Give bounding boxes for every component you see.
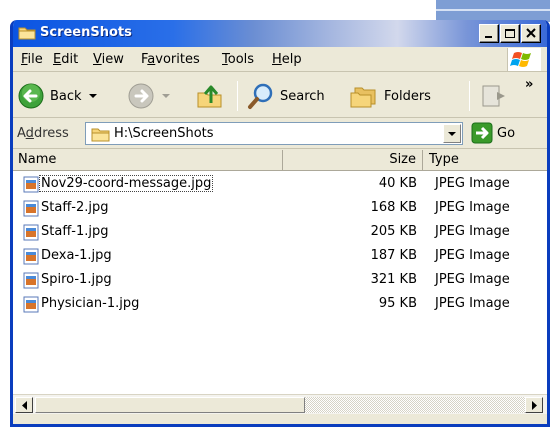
file-name: Spiro-1.jpg — [41, 272, 112, 287]
file-size: 95 KB — [378, 296, 417, 311]
address-label: Address — [17, 126, 69, 141]
jpeg-file-icon — [23, 272, 39, 289]
address-value: H:\ScreenShots — [114, 126, 214, 141]
explorer-window: ScreenShots File Edit View Favorites Too… — [10, 20, 550, 427]
close-button[interactable] — [521, 24, 541, 43]
file-name: Staff-2.jpg — [41, 200, 109, 215]
toolbar-separator — [469, 81, 470, 111]
file-size: 321 KB — [370, 272, 417, 287]
toolbar-separator — [237, 81, 238, 111]
search-button[interactable]: Search — [247, 80, 325, 112]
file-list[interactable]: Name Size Type Nov29-coord-message.jpg 4… — [13, 150, 547, 394]
toolbar: Back Search Folders » — [13, 73, 547, 118]
file-name: Staff-1.jpg — [41, 224, 109, 239]
jpeg-file-icon — [23, 224, 39, 241]
file-type: JPEG Image — [435, 248, 510, 263]
file-type: JPEG Image — [435, 272, 510, 287]
menu-help[interactable]: Help — [272, 52, 302, 67]
file-type: JPEG Image — [435, 200, 510, 215]
views-button[interactable] — [479, 80, 509, 112]
address-bar: Address H:\ScreenShots Go — [13, 119, 547, 149]
search-label: Search — [280, 88, 325, 104]
minimize-button[interactable] — [479, 24, 499, 43]
go-button[interactable]: Go — [471, 122, 515, 144]
list-item[interactable]: Physician-1.jpg 95 KB JPEG Image — [13, 293, 547, 317]
chevron-left-icon — [22, 401, 27, 410]
column-header-name[interactable]: Name — [13, 150, 283, 171]
chevron-down-icon — [448, 132, 456, 136]
jpeg-file-icon — [23, 248, 39, 265]
back-label: Back — [50, 88, 82, 104]
file-name: Dexa-1.jpg — [41, 248, 112, 263]
title-bar[interactable]: ScreenShots — [13, 20, 547, 47]
back-button[interactable]: Back — [17, 80, 98, 112]
forward-arrow-icon — [128, 83, 154, 109]
toolbar-overflow-button[interactable]: » — [525, 77, 533, 92]
horizontal-scrollbar[interactable] — [13, 394, 547, 414]
forward-button[interactable] — [127, 80, 171, 112]
up-folder-button[interactable] — [195, 80, 225, 112]
up-folder-icon — [197, 85, 222, 108]
menu-bar: File Edit View Favorites Tools Help — [13, 47, 547, 72]
close-icon — [526, 28, 536, 38]
menu-tools[interactable]: Tools — [222, 52, 254, 67]
file-size: 168 KB — [370, 200, 417, 215]
file-type: JPEG Image — [435, 176, 510, 191]
back-arrow-icon — [18, 83, 44, 109]
list-item[interactable]: Staff-2.jpg 168 KB JPEG Image — [13, 197, 547, 221]
maximize-icon — [505, 29, 515, 38]
search-icon — [248, 83, 273, 109]
scroll-left-button[interactable] — [15, 397, 33, 413]
minimize-icon — [485, 36, 492, 38]
folders-icon — [350, 87, 376, 108]
chevron-right-icon — [532, 401, 537, 410]
go-label: Go — [497, 125, 516, 141]
scroll-right-button[interactable] — [525, 397, 543, 413]
menu-view[interactable]: View — [93, 52, 124, 67]
file-size: 205 KB — [370, 224, 417, 239]
file-type: JPEG Image — [435, 224, 510, 239]
window-title: ScreenShots — [40, 25, 132, 40]
background-strip — [436, 0, 550, 22]
folder-icon — [91, 128, 110, 142]
file-name: Physician-1.jpg — [41, 296, 140, 311]
folder-icon — [18, 27, 36, 40]
folders-button[interactable]: Folders — [349, 80, 431, 112]
file-type: JPEG Image — [435, 296, 510, 311]
list-item[interactable]: Staff-1.jpg 205 KB JPEG Image — [13, 221, 547, 245]
jpeg-file-icon — [23, 200, 39, 217]
list-item[interactable]: Dexa-1.jpg 187 KB JPEG Image — [13, 245, 547, 269]
views-icon — [482, 85, 505, 107]
column-header-size[interactable]: Size — [283, 150, 423, 171]
menu-edit[interactable]: Edit — [53, 52, 78, 67]
jpeg-file-icon — [23, 296, 39, 313]
address-dropdown-button[interactable] — [443, 124, 461, 143]
address-input[interactable]: H:\ScreenShots — [85, 122, 463, 145]
maximize-button[interactable] — [500, 24, 520, 43]
jpeg-file-icon — [23, 176, 39, 193]
list-item[interactable]: Nov29-coord-message.jpg 40 KB JPEG Image — [13, 173, 547, 197]
file-name: Nov29-coord-message.jpg — [38, 175, 214, 192]
go-arrow-icon — [471, 122, 493, 144]
windows-logo — [507, 48, 541, 71]
dropdown-arrow-icon[interactable] — [88, 92, 98, 100]
menu-favorites[interactable]: Favorites — [141, 52, 200, 67]
scroll-thumb[interactable] — [35, 397, 305, 413]
column-header-type[interactable]: Type — [423, 150, 547, 171]
list-item[interactable]: Spiro-1.jpg 321 KB JPEG Image — [13, 269, 547, 293]
dropdown-arrow-icon[interactable] — [161, 92, 171, 100]
folders-label: Folders — [384, 88, 431, 104]
file-size: 40 KB — [378, 176, 417, 191]
menu-file[interactable]: File — [21, 52, 43, 67]
file-size: 187 KB — [370, 248, 417, 263]
